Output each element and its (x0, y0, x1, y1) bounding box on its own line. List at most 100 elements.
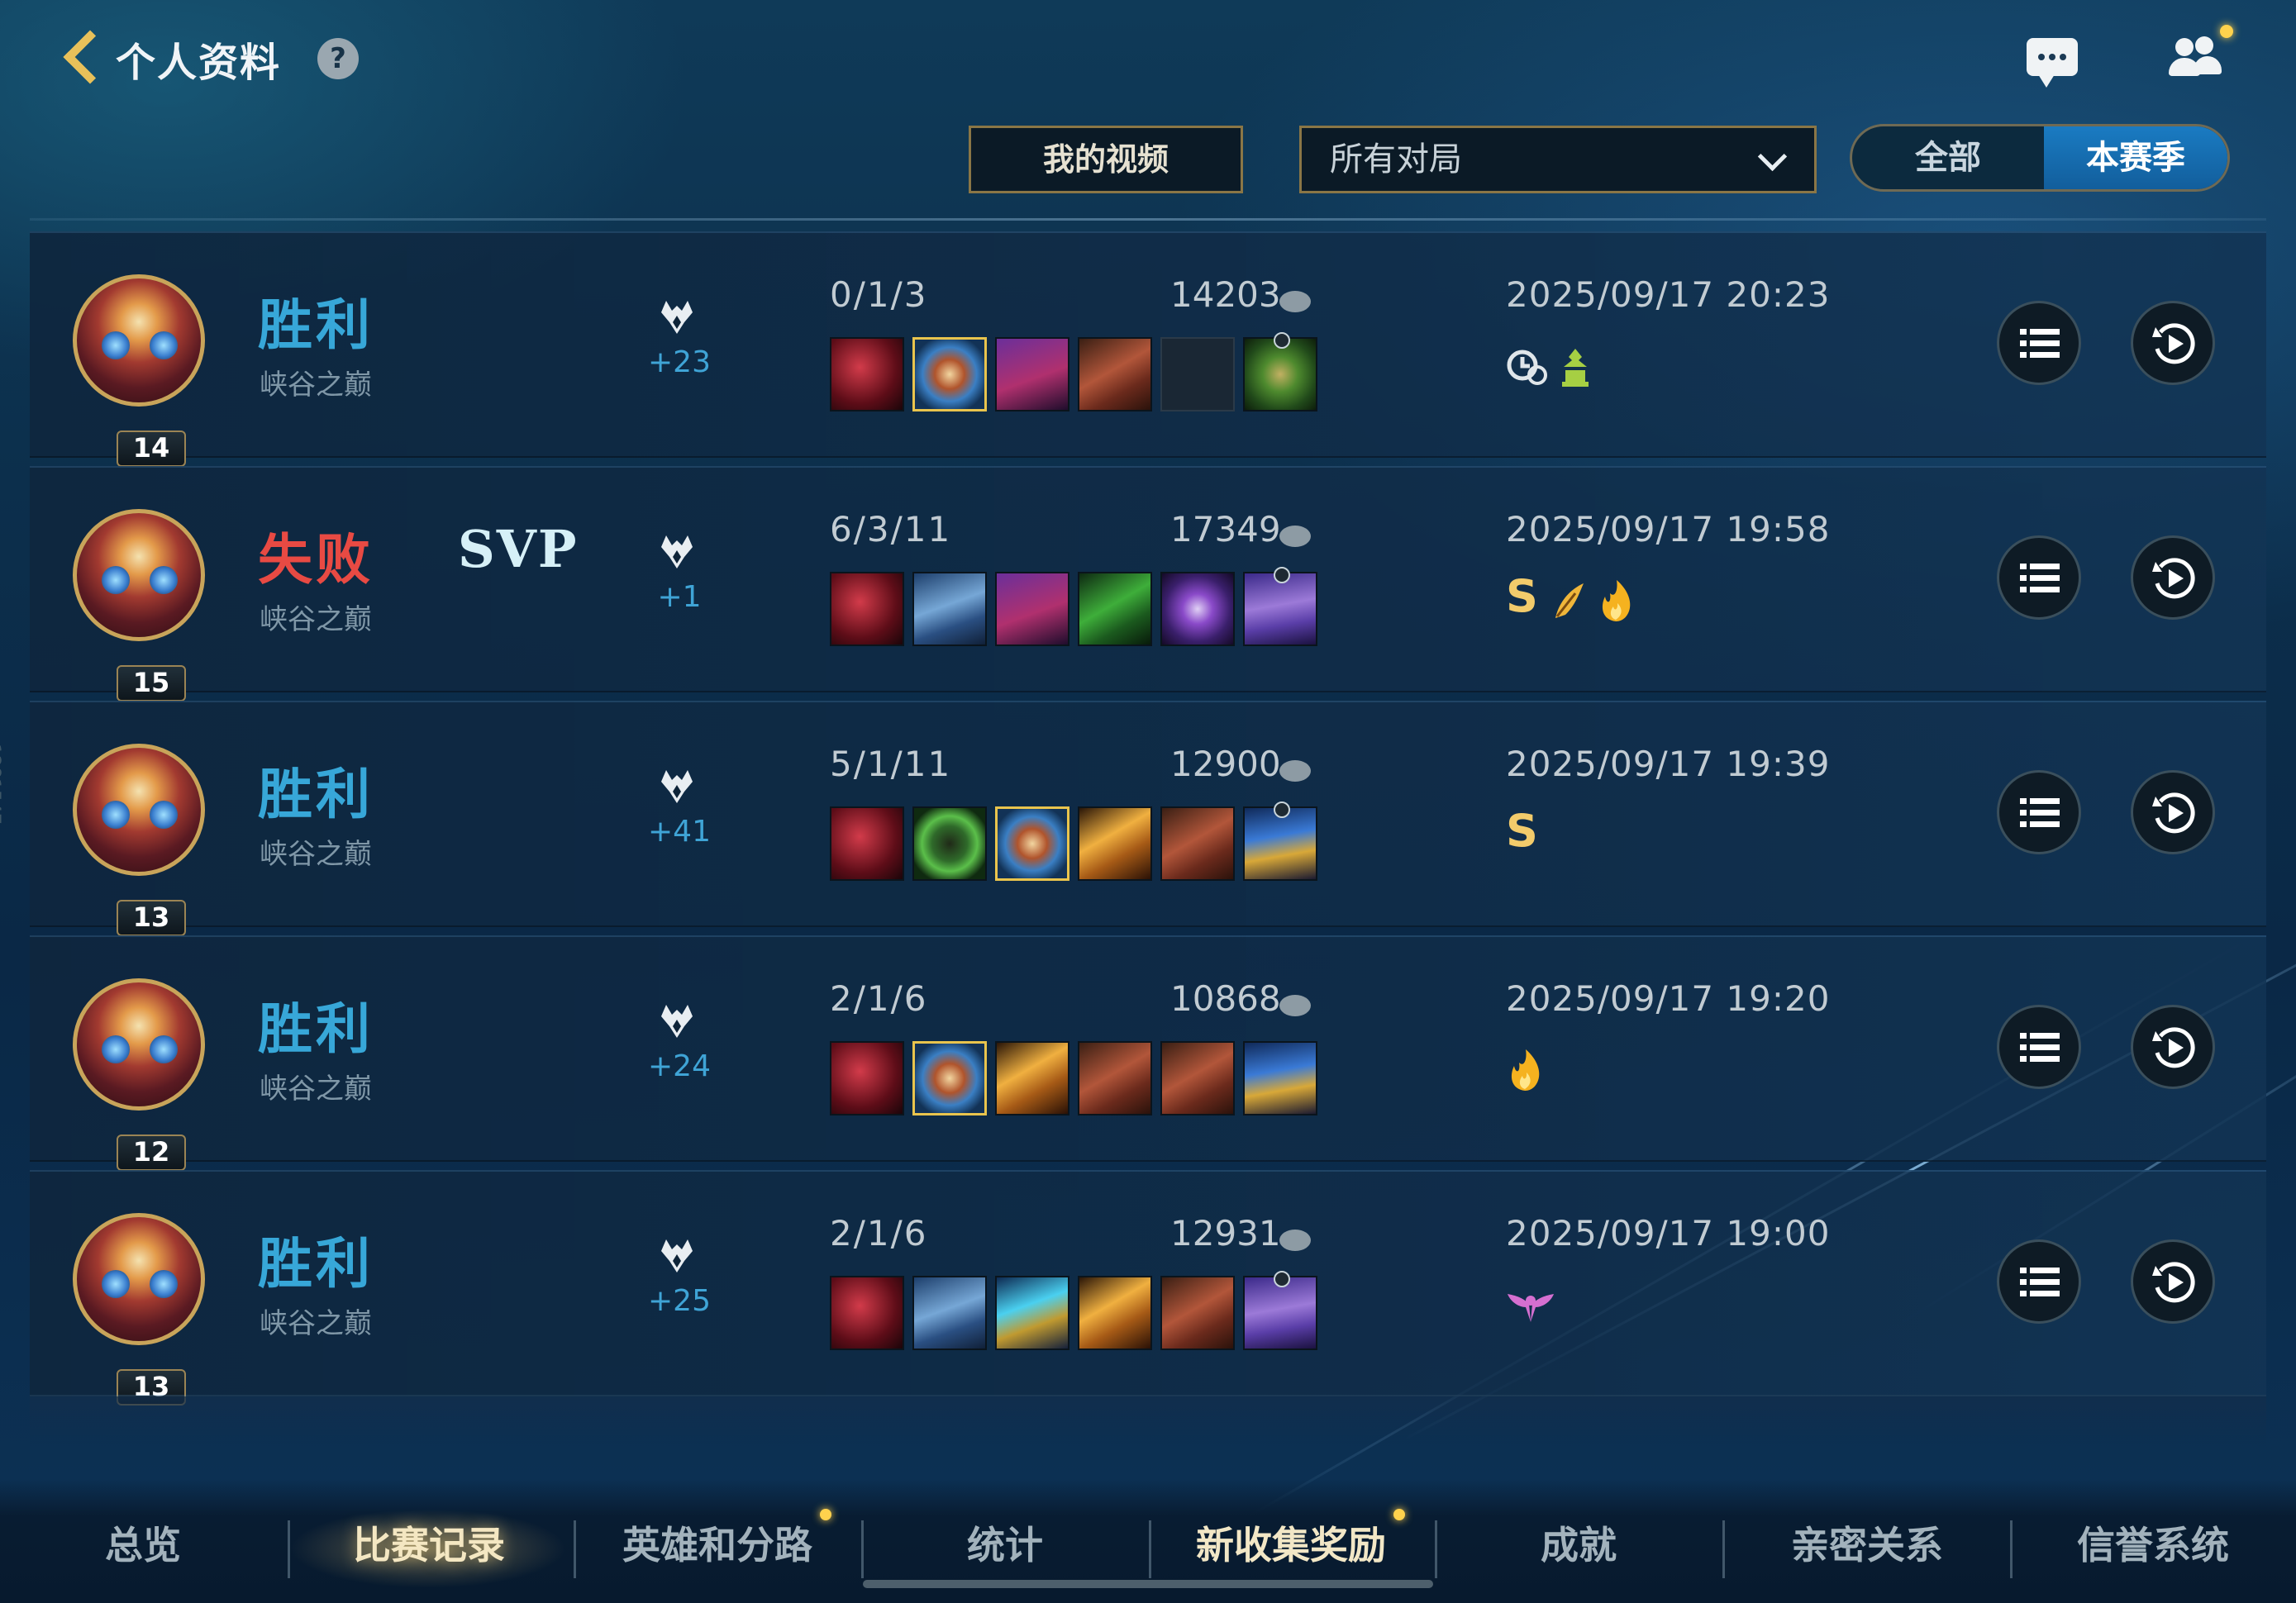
tab-new-collection-rewards[interactable]: 新收集奖励 (1169, 1512, 1413, 1578)
kda: 5/1/11 (830, 744, 952, 784)
tab-achievements[interactable]: 成就 (1463, 1512, 1694, 1578)
s-rating-badge: S (1506, 570, 1538, 622)
segment-all[interactable]: 全部 (1852, 126, 2044, 189)
list-icon (2020, 798, 2060, 827)
replay-button[interactable] (2131, 770, 2215, 854)
item-icon (1160, 1276, 1235, 1350)
tab-honor-system[interactable]: 信誉系统 (2033, 1512, 2273, 1578)
item-icon (995, 806, 1069, 881)
empty-item-slot (1160, 337, 1235, 411)
match-details-button[interactable] (1997, 535, 2081, 620)
bottom-nav: 总览 比赛记录 英雄和分路 统计 新收集奖励 成就 亲密关系 信誉系统 (0, 1479, 2296, 1603)
list-icon (2020, 1033, 2060, 1062)
rank-wings-icon (661, 1239, 693, 1272)
rank-wings-icon (661, 535, 693, 568)
replay-icon (2152, 1027, 2195, 1068)
match-row[interactable]: 13 胜利 峡谷之巅 +41 5/1/11 12900 2025/09/17 1… (30, 701, 2266, 936)
item-icon (1078, 1276, 1152, 1350)
item-icon (1160, 1041, 1235, 1115)
match-details-button[interactable] (1997, 301, 2081, 385)
tab-scrollbar[interactable] (863, 1580, 1433, 1588)
gold-earned: 17349 (1170, 509, 1281, 549)
match-time: 2025/09/17 19:39 (1506, 744, 1831, 784)
tab-stats[interactable]: 统计 (889, 1512, 1121, 1578)
champion-level: 13 (117, 900, 186, 936)
item-icon (912, 1041, 987, 1115)
match-row[interactable]: 12 胜利 峡谷之巅 +24 2/1/6 10868 2025/09/17 19… (30, 935, 2266, 1171)
match-mode: 峡谷之巅 (260, 1307, 372, 1340)
tab-separator (1149, 1520, 1151, 1578)
rank-points-change: +1 (657, 580, 702, 614)
svp-tag: SVP (458, 519, 579, 579)
item-icon (830, 337, 904, 411)
replay-icon (2152, 323, 2195, 364)
kda: 2/1/6 (830, 978, 928, 1019)
trinket-icon (1243, 1271, 1317, 1350)
notification-dot (820, 1509, 831, 1520)
segment-this-season[interactable]: 本赛季 (2044, 126, 2227, 189)
tab-relationships[interactable]: 亲密关系 (1747, 1512, 1987, 1578)
match-result: 胜利 (258, 997, 374, 1061)
gold-earned: 12931 (1170, 1213, 1281, 1253)
match-details-button[interactable] (1997, 1239, 2081, 1324)
match-row[interactable]: 15 失败 SVP 峡谷之巅 +1 6/3/11 17349 2025/09/1… (30, 466, 2266, 702)
champion-avatar: 13 (73, 744, 205, 936)
match-details-button[interactable] (1997, 770, 2081, 854)
rank-points-change: +25 (648, 1284, 711, 1318)
replay-button[interactable] (2131, 1239, 2215, 1324)
item-icon (912, 806, 987, 881)
match-time: 2025/09/17 20:23 (1506, 274, 1831, 315)
champion-level: 14 (117, 430, 186, 467)
replay-button[interactable] (2131, 1005, 2215, 1089)
item-icon (995, 1041, 1069, 1115)
rank-wings-icon (661, 1005, 693, 1038)
my-videos-button[interactable]: 我的视频 (969, 126, 1243, 193)
rank-wings-icon (661, 301, 693, 334)
item-icon (830, 1041, 904, 1115)
match-row-partial[interactable] (30, 1395, 2266, 1446)
replay-button[interactable] (2131, 301, 2215, 385)
friends-icon[interactable] (2167, 33, 2228, 83)
help-icon[interactable]: ? (317, 38, 359, 79)
match-details-button[interactable] (1997, 1005, 2081, 1089)
trinket-icon (1243, 567, 1317, 646)
tab-separator (2010, 1520, 2013, 1578)
side-id: 1281547 (0, 744, 3, 825)
tab-overview[interactable]: 总览 (33, 1512, 253, 1578)
tab-champions-roles[interactable]: 英雄和分路 (595, 1512, 840, 1578)
gold-coin-icon (1279, 760, 1311, 782)
item-icon (830, 1276, 904, 1350)
match-row[interactable]: 13 胜利 峡谷之巅 +25 2/1/6 12931 2025/09/17 19… (30, 1170, 2266, 1406)
back-arrow-icon[interactable] (56, 25, 106, 91)
champion-avatar: 14 (73, 274, 205, 467)
item-icon (995, 337, 1069, 411)
tab-separator (574, 1520, 576, 1578)
list-icon (2020, 329, 2060, 358)
match-row[interactable]: 14 胜利 峡谷之巅 +23 0/1/3 14203 2025/09/17 20… (30, 231, 2266, 467)
tab-separator (861, 1520, 864, 1578)
replay-button[interactable] (2131, 535, 2215, 620)
item-icon (1078, 572, 1152, 646)
match-mode: 峡谷之巅 (260, 838, 372, 871)
rank-points-change: +23 (648, 345, 711, 379)
match-mode: 峡谷之巅 (260, 603, 372, 636)
kda: 6/3/11 (830, 509, 952, 549)
clock-link-icon (1507, 350, 1547, 385)
tab-separator (1722, 1520, 1725, 1578)
kda: 0/1/3 (830, 274, 928, 315)
season-toggle[interactable]: 全部 本赛季 (1850, 124, 2230, 192)
tab-match-history[interactable]: 比赛记录 (317, 1512, 541, 1578)
match-time: 2025/09/17 19:58 (1506, 509, 1831, 549)
match-type-select[interactable]: 所有对局 (1299, 126, 1817, 193)
trinket-icon (1243, 802, 1317, 881)
tab-separator (288, 1520, 290, 1578)
item-icon (912, 572, 987, 646)
gold-coin-icon (1279, 995, 1311, 1016)
item-icon (830, 806, 904, 881)
chat-icon[interactable] (2027, 38, 2078, 88)
item-icon (1160, 572, 1235, 646)
rank-wings-icon (661, 770, 693, 803)
match-result: 胜利 (258, 763, 374, 826)
trinket-icon (1243, 1041, 1317, 1115)
item-icon (1078, 1041, 1152, 1115)
